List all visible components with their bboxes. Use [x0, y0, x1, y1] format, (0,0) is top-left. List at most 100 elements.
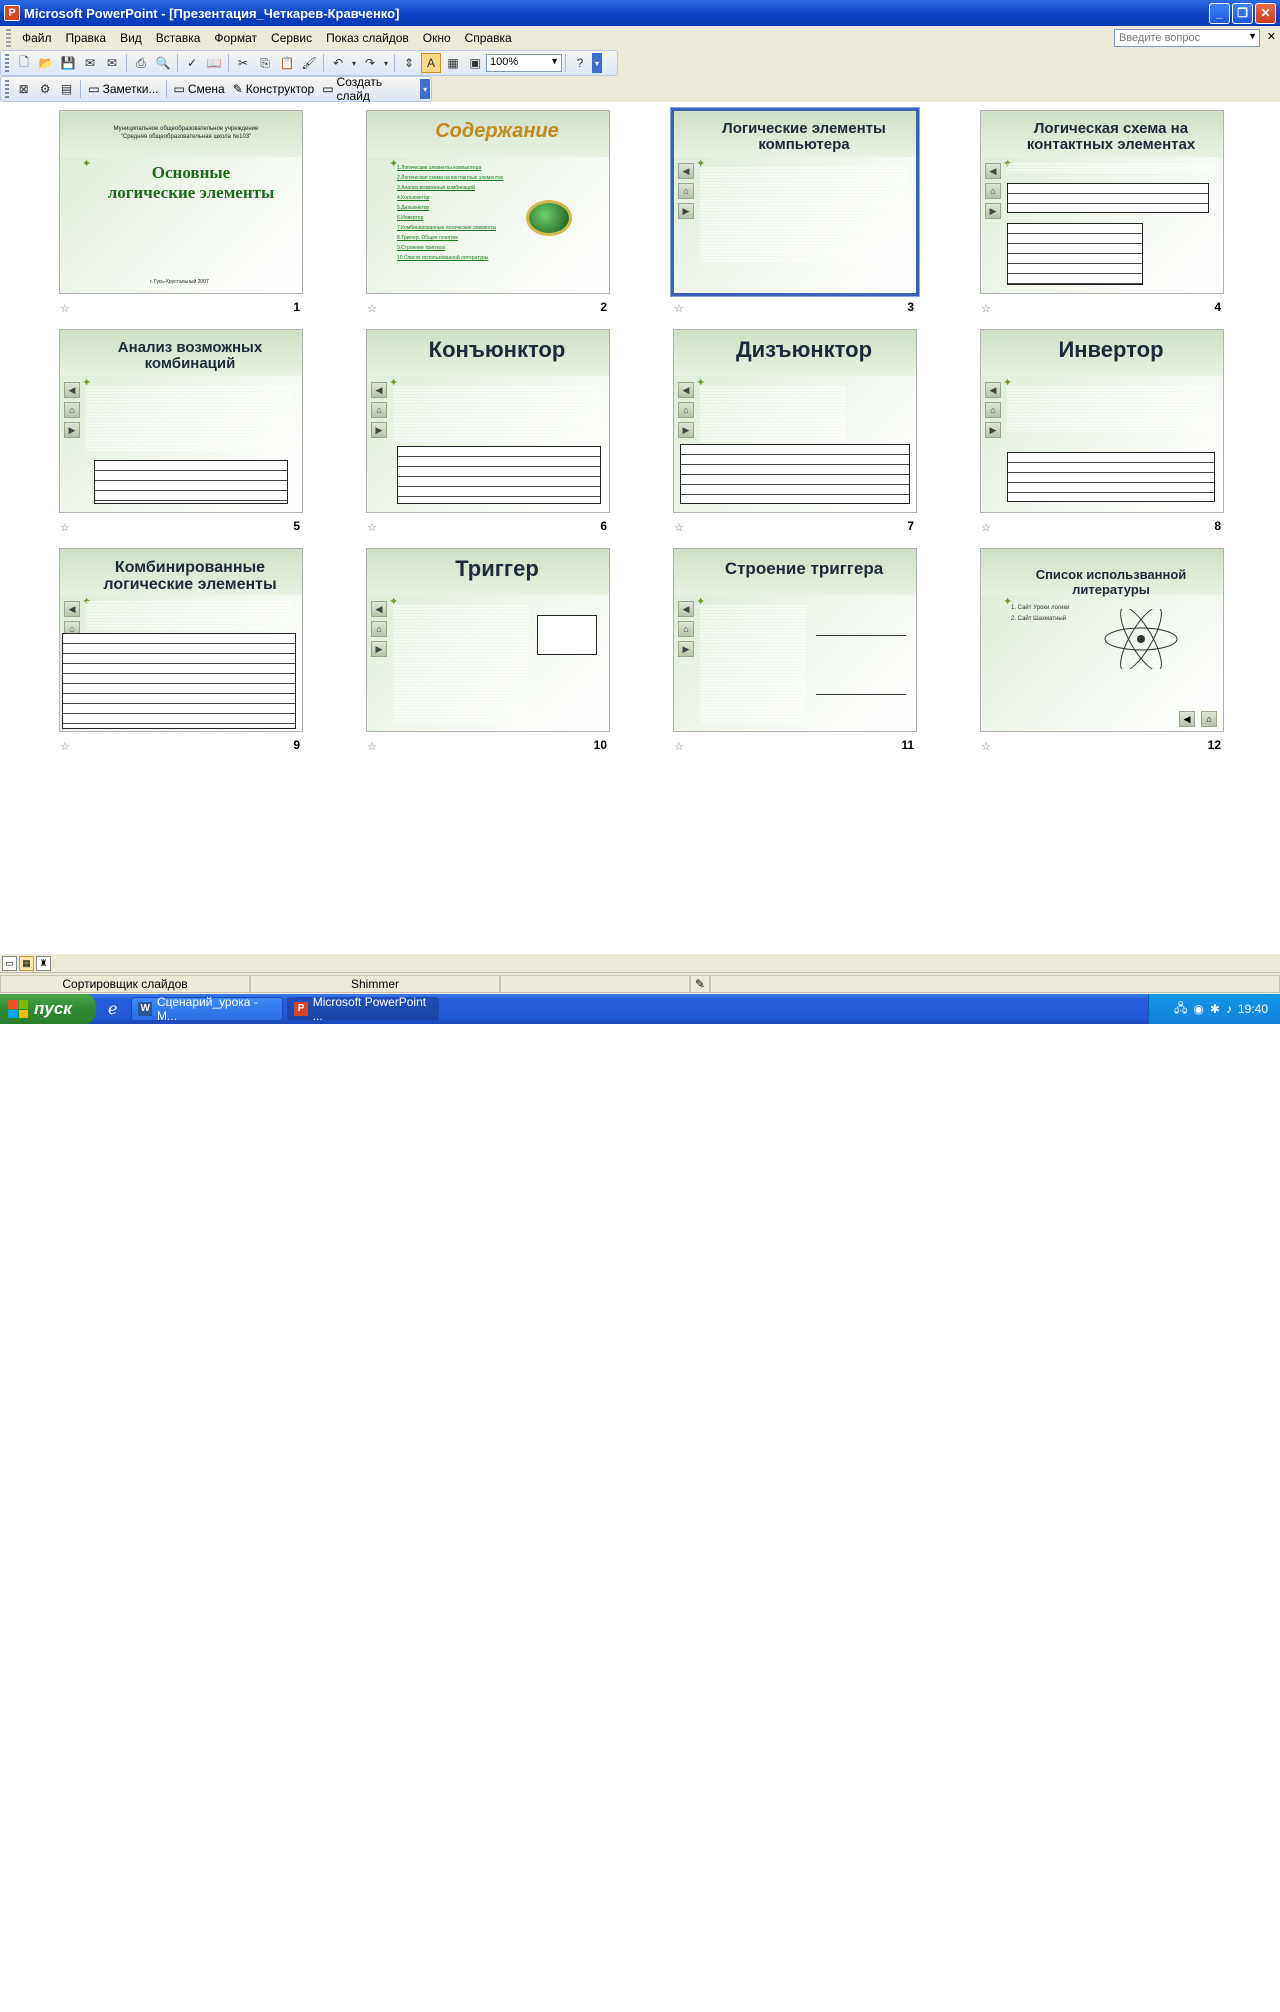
view-buttons: ▭ ▦ ♜	[0, 954, 1280, 972]
slide9-table	[62, 633, 296, 729]
slide-thumbnail-5[interactable]: ◀ ⌂ ▶ ✦ Анализ возможных комбинаций	[59, 329, 303, 513]
slide-thumbnail-11[interactable]: ◀ ⌂ ▶ ✦ Строение триггера	[673, 548, 917, 732]
copy-icon[interactable]: ⎘	[255, 53, 275, 73]
slide-thumbnail-8[interactable]: ◀ ⌂ ▶ ✦ Инвертор	[980, 329, 1224, 513]
start-button[interactable]: пуск	[0, 994, 96, 1024]
network-icon[interactable]: 🖧	[1174, 999, 1187, 1020]
show-formatting-icon[interactable]: A	[421, 53, 441, 73]
menu-insert[interactable]: Вставка	[149, 31, 208, 45]
slide-transition-icon[interactable]: ☆	[981, 740, 991, 753]
expand-all-icon[interactable]: ⇕	[399, 53, 419, 73]
undo-dropdown-icon[interactable]: ▾	[350, 53, 358, 73]
summary-slide-icon[interactable]: ⚙	[35, 79, 54, 99]
transition-label: Смена	[187, 82, 225, 96]
taskbar-word[interactable]: W Сценарий_урока - M...	[131, 995, 284, 1023]
print-icon[interactable]: ⎙	[131, 53, 151, 73]
slide-thumbnail-3[interactable]: ◀ ⌂ ▶ ✦ Логические элементы компьютера	[670, 107, 920, 297]
separator	[126, 54, 127, 72]
close-button[interactable]: ✕	[1255, 3, 1276, 24]
notes-button[interactable]: ▭ Заметки...	[84, 82, 162, 96]
email-icon[interactable]: ✉	[102, 53, 122, 73]
menu-slideshow[interactable]: Показ слайдов	[319, 31, 416, 45]
slide-thumbnail-9[interactable]: ◀⌂▶ ✦ Комбинированные логические элемент…	[59, 548, 303, 732]
toolbar-grip[interactable]	[5, 54, 9, 72]
prev-arrow-icon: ◀	[985, 163, 1001, 179]
spelling-icon[interactable]: ✓	[182, 53, 202, 73]
slide-thumbnail-7[interactable]: ◀ ⌂ ▶ ✦ Дизъюнктор	[673, 329, 917, 513]
restore-button[interactable]: ❐	[1232, 3, 1253, 24]
slide-transition-icon[interactable]: ☆	[367, 740, 377, 753]
toolbar-grip[interactable]	[6, 29, 11, 47]
menu-window[interactable]: Окно	[416, 31, 458, 45]
slide-thumbnail-6[interactable]: ◀ ⌂ ▶ ✦ Конъюнктор	[366, 329, 610, 513]
transition-button[interactable]: ▭ Смена	[169, 82, 228, 96]
menu-tools[interactable]: Сервис	[264, 31, 319, 45]
status-empty	[500, 974, 690, 993]
close-document-icon[interactable]: ✕	[1267, 30, 1276, 43]
slide-thumbnail-2[interactable]: ✦ Содержание 1.Логические элементы компь…	[366, 110, 610, 294]
slide-transition-icon[interactable]: ☆	[981, 521, 991, 534]
chevron-down-icon[interactable]: ▼	[550, 56, 559, 66]
menu-edit[interactable]: Правка	[59, 31, 114, 45]
paste-icon[interactable]: 📋	[277, 53, 297, 73]
menu-help[interactable]: Справка	[458, 31, 519, 45]
trigger-diagram	[816, 635, 906, 695]
slide-transition-icon[interactable]: ☆	[367, 302, 377, 315]
color-grayscale-icon[interactable]: ▣	[465, 53, 485, 73]
slide-transition-icon[interactable]: ☆	[60, 521, 70, 534]
slide-transition-icon[interactable]: ☆	[367, 521, 377, 534]
slide-transition-icon[interactable]: ☆	[674, 302, 684, 315]
slide-sorter-view-icon[interactable]: ▦	[19, 955, 34, 971]
taskbar-powerpoint[interactable]: P Microsoft PowerPoint ...	[287, 995, 440, 1023]
slide-thumbnail-1[interactable]: ✦ Муниципальное общеобразовательное учре…	[59, 110, 303, 294]
next-arrow-icon: ▶	[678, 641, 694, 657]
menu-file[interactable]: Файл	[15, 31, 59, 45]
slideshow-view-icon[interactable]: ♜	[36, 955, 51, 971]
redo-icon[interactable]: ↷	[360, 53, 380, 73]
spelling-status-icon[interactable]: ✎	[690, 974, 710, 993]
save-icon[interactable]: 💾	[58, 53, 78, 73]
security-icon[interactable]: ◉	[1193, 1002, 1203, 1016]
volume-icon[interactable]: ♪	[1226, 1002, 1232, 1016]
slide-number: 1	[293, 300, 300, 314]
open-icon[interactable]: 📂	[36, 53, 56, 73]
slide-transition-icon[interactable]: ☆	[981, 302, 991, 315]
format-painter-icon[interactable]: 🖌	[299, 53, 319, 73]
designer-button[interactable]: ✎ Конструктор	[229, 82, 318, 96]
menu-format[interactable]: Формат	[207, 31, 264, 45]
chevron-down-icon[interactable]: ▼	[1248, 31, 1257, 41]
help-search-input[interactable]: Введите вопрос ▼	[1114, 29, 1260, 47]
research-icon[interactable]: 📖	[204, 53, 224, 73]
toolbar-options-icon[interactable]: ▾	[592, 53, 602, 73]
toolbar-grip[interactable]	[5, 80, 9, 98]
permission-icon[interactable]: ✉	[80, 53, 100, 73]
toolbar-options-icon[interactable]: ▾	[420, 79, 431, 99]
slide-transition-icon[interactable]: ☆	[674, 521, 684, 534]
slide-thumbnail-10[interactable]: ◀ ⌂ ▶ ✦ Триггер	[366, 548, 610, 732]
new-slide-button[interactable]: ▭ Создать слайд	[318, 75, 420, 103]
undo-icon[interactable]: ↶	[328, 53, 348, 73]
new-icon[interactable]: 🗋	[14, 53, 34, 73]
slide-transition-icon[interactable]: ☆	[60, 302, 70, 315]
clock[interactable]: 19:40	[1238, 1002, 1268, 1016]
zoom-select[interactable]: 100% ▼	[486, 54, 562, 72]
menu-view[interactable]: Вид	[113, 31, 149, 45]
hide-slide-icon[interactable]: ⊠	[14, 79, 33, 99]
grid-icon[interactable]: ▦	[443, 53, 463, 73]
slide-thumbnail-4[interactable]: ◀⌂▶ ✦ Логическая схема на контактных эле…	[980, 110, 1224, 294]
ie-icon[interactable]: ℯ	[108, 999, 117, 1019]
help-icon[interactable]: ?	[570, 53, 590, 73]
print-preview-icon[interactable]: 🔍	[153, 53, 173, 73]
toc-item: 9.Строение триггера	[397, 245, 445, 251]
cut-icon[interactable]: ✂	[233, 53, 253, 73]
slide-thumbnail-12[interactable]: ✦ Список использванной литературы 1. Сай…	[980, 548, 1224, 732]
minimize-button[interactable]: _	[1209, 3, 1230, 24]
slide-transition-icon[interactable]: ☆	[60, 740, 70, 753]
redo-dropdown-icon[interactable]: ▾	[382, 53, 390, 73]
normal-view-icon[interactable]: ▭	[2, 955, 17, 971]
slide-transition-icon[interactable]: ☆	[674, 740, 684, 753]
language-indicator[interactable]: EN	[1124, 1998, 1141, 2012]
antivirus-icon[interactable]: ✱	[1210, 1002, 1220, 1016]
rehearse-timings-icon[interactable]: ▤	[57, 79, 76, 99]
slide-nav-buttons: ◀ ⌂ ▶	[676, 163, 696, 243]
